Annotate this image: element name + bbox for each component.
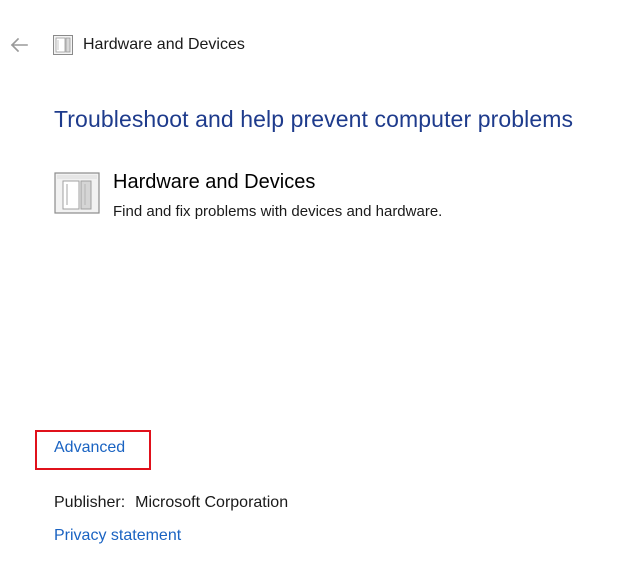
title-bar: Hardware and Devices xyxy=(0,28,641,64)
item-title: Hardware and Devices xyxy=(113,171,316,193)
window-title: Hardware and Devices xyxy=(83,36,245,53)
troubleshooter-window: Hardware and Devices Troubleshoot and he… xyxy=(0,0,641,571)
publisher-info: Publisher: Microsoft Corporation xyxy=(54,494,288,512)
back-button[interactable] xyxy=(6,32,32,58)
privacy-statement-link[interactable]: Privacy statement xyxy=(54,527,181,545)
publisher-label: Publisher: xyxy=(54,494,126,511)
hardware-devices-icon xyxy=(54,172,100,214)
page-heading: Troubleshoot and help prevent computer p… xyxy=(54,106,574,132)
publisher-value: Microsoft Corporation xyxy=(135,494,289,511)
hardware-devices-icon xyxy=(53,35,73,55)
troubleshooter-item-hardware[interactable]: Hardware and Devices Find and fix proble… xyxy=(54,170,614,220)
back-arrow-icon xyxy=(10,37,28,53)
item-description: Find and fix problems with devices and h… xyxy=(113,203,443,220)
advanced-link[interactable]: Advanced xyxy=(54,439,125,457)
